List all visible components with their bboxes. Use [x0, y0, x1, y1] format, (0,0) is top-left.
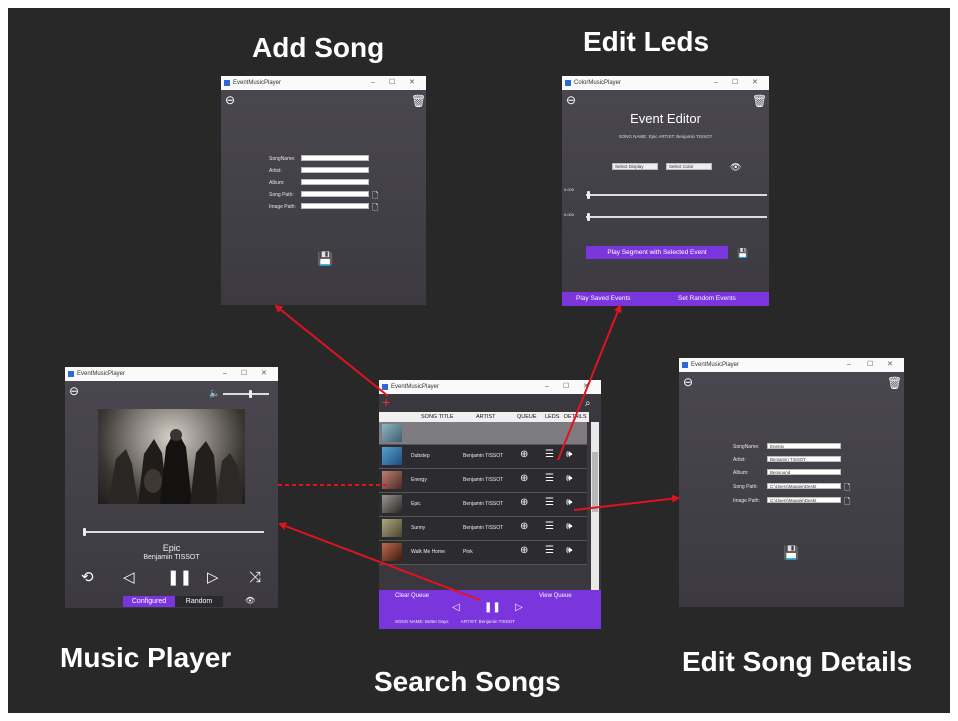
diagram-canvas: Add Song Edit Leds Music Player Search S… [8, 8, 950, 713]
arrow-to-edit-leds [557, 304, 622, 461]
flow-arrows [274, 304, 680, 601]
arrow-to-add-song [274, 304, 389, 397]
arrow-to-edit-details [573, 494, 680, 511]
arrow-to-music-player [278, 522, 481, 601]
